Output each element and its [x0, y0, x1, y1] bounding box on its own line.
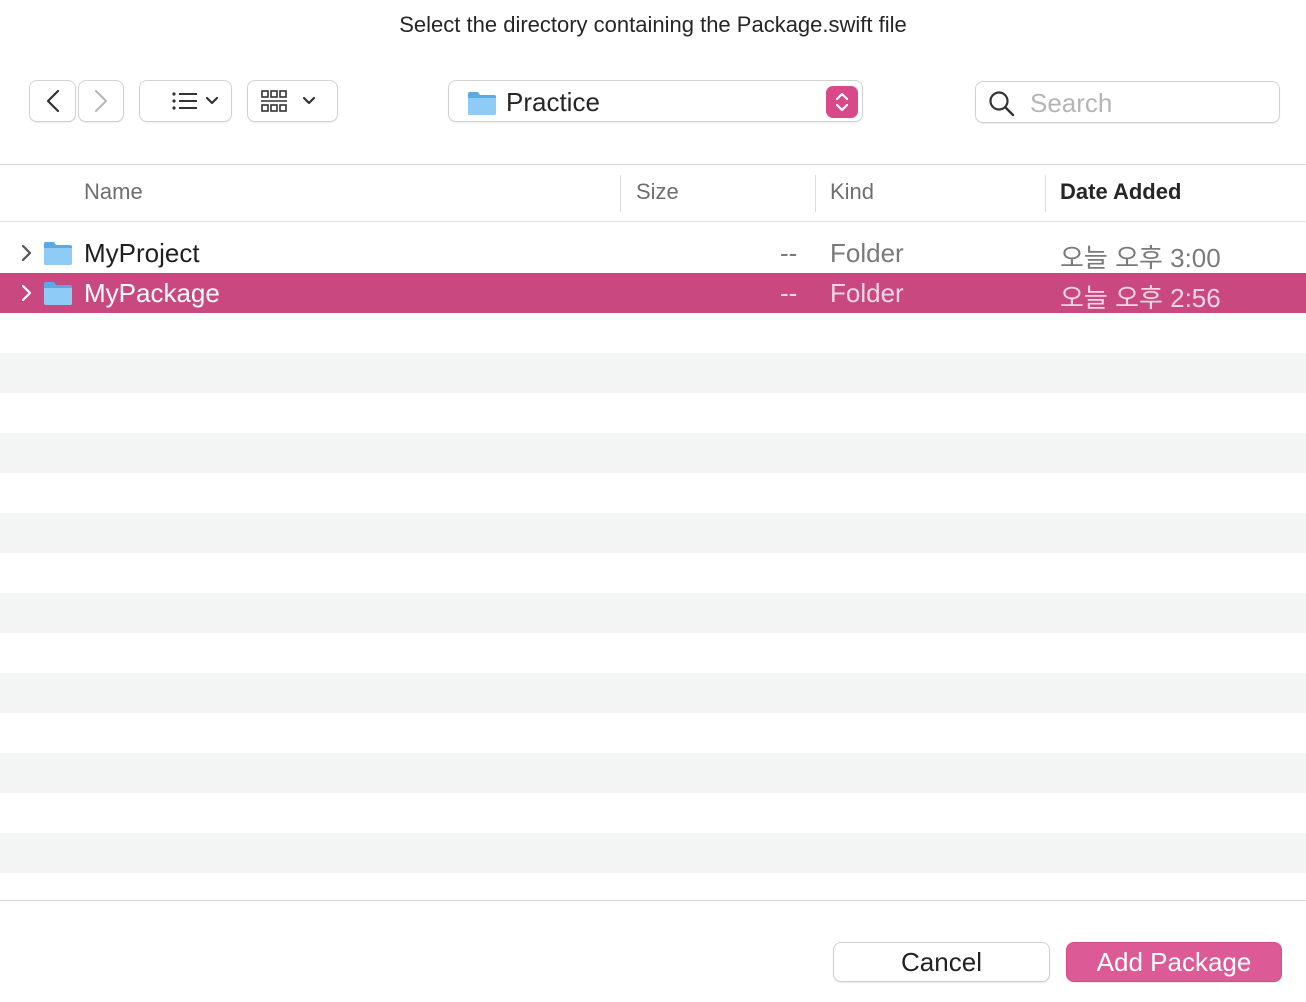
list-header: Name Size Kind Date Added: [0, 165, 1306, 222]
cancel-button[interactable]: Cancel: [833, 942, 1050, 982]
item-kind: Folder: [830, 238, 904, 268]
empty-row: [0, 313, 1306, 353]
empty-row: [0, 513, 1306, 553]
empty-row: [0, 753, 1306, 793]
item-date-added: 오늘 오후 3:00: [1060, 243, 1221, 273]
folder-icon: [468, 92, 496, 115]
location-label: Practice: [506, 87, 600, 117]
empty-row: [0, 353, 1306, 393]
empty-row: [0, 433, 1306, 473]
list-item[interactable]: MyProject -- Folder 오늘 오후 3:00: [0, 233, 1306, 273]
empty-row: [0, 873, 1306, 901]
column-divider[interactable]: [1045, 175, 1046, 212]
item-name: MyProject: [84, 238, 200, 268]
search-field[interactable]: [975, 81, 1280, 123]
item-size: --: [780, 238, 798, 268]
disclosure-triangle-icon[interactable]: [20, 283, 34, 303]
column-header-name[interactable]: Name: [84, 179, 143, 205]
empty-row: [0, 833, 1306, 873]
back-button[interactable]: [29, 80, 76, 122]
empty-row: [0, 713, 1306, 753]
footer-divider: [0, 900, 1306, 901]
item-name: MyPackage: [84, 278, 220, 308]
empty-row: [0, 393, 1306, 433]
empty-row: [0, 593, 1306, 633]
folder-icon: [44, 242, 72, 265]
forward-button[interactable]: [78, 80, 124, 122]
up-down-chevron-icon: [835, 92, 849, 112]
column-header-kind[interactable]: Kind: [830, 179, 874, 205]
column-header-date-added[interactable]: Date Added: [1060, 179, 1181, 205]
list-view-button[interactable]: [139, 80, 232, 122]
item-size: --: [780, 278, 798, 308]
location-popup[interactable]: Practice: [448, 80, 863, 122]
list-item-selected[interactable]: MyPackage -- Folder 오늘 오후 2:56: [0, 273, 1306, 313]
search-icon: [989, 91, 1015, 117]
chevron-left-icon: [46, 89, 59, 113]
item-kind: Folder: [830, 278, 904, 308]
grid-icon: [260, 90, 315, 112]
grid-view-button[interactable]: [247, 80, 338, 122]
dialog-title: Select the directory containing the Pack…: [399, 12, 907, 37]
empty-row: [0, 673, 1306, 713]
empty-row: [0, 793, 1306, 833]
disclosure-triangle-icon[interactable]: [20, 243, 34, 263]
chevron-right-icon: [94, 89, 108, 113]
file-list: Name Size Kind Date Added MyProject -- F…: [0, 164, 1306, 902]
search-input[interactable]: [1030, 88, 1270, 118]
column-header-size[interactable]: Size: [636, 179, 679, 205]
empty-row: [0, 553, 1306, 593]
add-package-button[interactable]: Add Package: [1066, 942, 1282, 982]
list-icon: [171, 92, 218, 110]
empty-row: [0, 473, 1306, 513]
column-divider[interactable]: [815, 175, 816, 212]
toolbar: Practice: [0, 80, 1306, 124]
column-divider[interactable]: [620, 175, 621, 212]
empty-row: [0, 633, 1306, 673]
folder-icon: [44, 282, 72, 305]
item-date-added: 오늘 오후 2:56: [1060, 283, 1221, 313]
popup-stepper[interactable]: [826, 86, 858, 118]
